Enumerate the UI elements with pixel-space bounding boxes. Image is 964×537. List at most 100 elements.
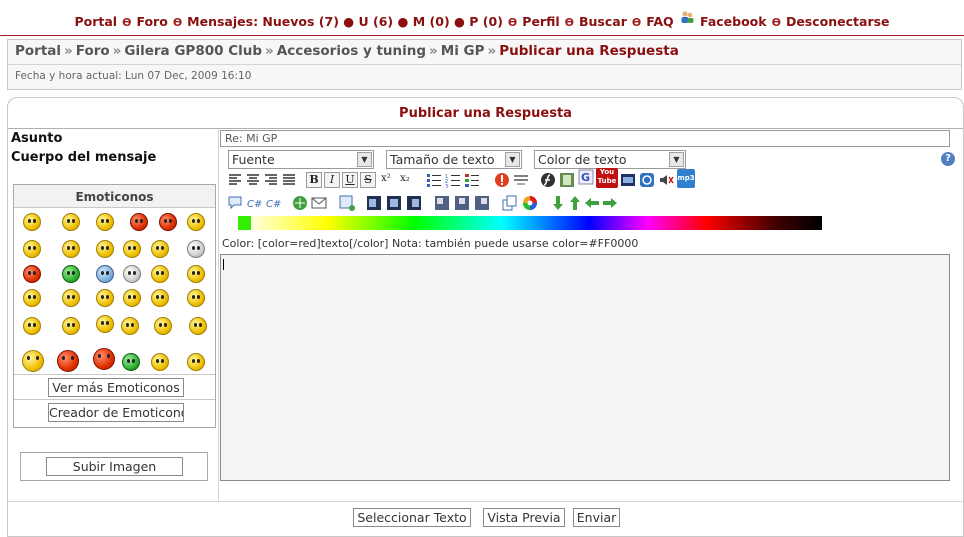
- image-center-icon[interactable]: [386, 195, 402, 211]
- party-emoticon-icon[interactable]: [93, 348, 115, 370]
- select-text-button[interactable]: Seleccionar Texto: [353, 508, 471, 527]
- thumbnail-right-icon[interactable]: [474, 195, 490, 211]
- font-select[interactable]: Fuente ▼: [228, 150, 374, 169]
- exclamation-emoticon-icon[interactable]: [96, 240, 114, 258]
- breadcrumb-accesorios[interactable]: Accesorios y tuning: [277, 43, 426, 59]
- image-left-icon[interactable]: [366, 195, 382, 211]
- warning-icon[interactable]: [494, 172, 510, 188]
- arrow-right-icon[interactable]: [602, 195, 618, 211]
- nav-faq[interactable]: FAQ: [646, 14, 673, 29]
- italic-button[interactable]: I: [324, 172, 340, 188]
- media-icon[interactable]: [620, 172, 636, 188]
- more-emoticons-button[interactable]: Ver más Emoticonos: [48, 378, 184, 397]
- breadcrumb-foro[interactable]: Foro: [76, 43, 110, 59]
- wink-emoticon-icon[interactable]: [62, 240, 80, 258]
- mp3-icon[interactable]: mp3: [677, 169, 695, 188]
- smile-emoticon-icon[interactable]: [62, 213, 80, 231]
- sideeye-emoticon-icon[interactable]: [154, 317, 172, 335]
- nav-portal[interactable]: Portal: [74, 14, 117, 29]
- nav-mensajes[interactable]: Mensajes: Nuevos (7) ● U (6) ● M (0) ● P…: [187, 14, 503, 29]
- nav-perfil[interactable]: Perfil: [522, 14, 559, 29]
- hmm-emoticon-icon[interactable]: [62, 317, 80, 335]
- grin-emoticon-icon[interactable]: [62, 265, 80, 283]
- align-center-icon[interactable]: [245, 172, 261, 188]
- numbered-list-icon[interactable]: 123: [445, 172, 461, 188]
- image-right-icon[interactable]: [406, 195, 422, 211]
- subject-input[interactable]: Re: Mi GP: [220, 130, 950, 147]
- blush-emoticon-icon[interactable]: [187, 353, 205, 371]
- upload-image-button[interactable]: Subir Imagen: [46, 457, 183, 476]
- help-icon[interactable]: ?: [941, 152, 955, 166]
- antenna-emoticon-icon[interactable]: [121, 317, 139, 335]
- sick-emoticon-icon[interactable]: [122, 353, 140, 371]
- thumbnail-left-icon[interactable]: [434, 195, 450, 211]
- color-wheel-icon[interactable]: [522, 195, 538, 211]
- shocked-emoticon-icon[interactable]: [187, 240, 205, 258]
- send-button[interactable]: Enviar: [573, 508, 620, 527]
- nav-desconectarse[interactable]: Desconectarse: [786, 14, 890, 29]
- breadcrumb-gilera-club[interactable]: Gilera GP800 Club: [124, 43, 262, 59]
- nav-foro[interactable]: Foro: [136, 14, 167, 29]
- color-spectrum-picker[interactable]: [240, 216, 822, 230]
- underline-button[interactable]: U: [342, 172, 358, 188]
- youtube-icon[interactable]: You Tube: [596, 168, 618, 188]
- cool-grin-emoticon-icon[interactable]: [96, 265, 114, 283]
- align-justify-icon[interactable]: [281, 172, 297, 188]
- email-icon[interactable]: [311, 195, 327, 211]
- question-emoticon-icon[interactable]: [123, 240, 141, 258]
- breadcrumb-mi-gp[interactable]: Mi GP: [441, 43, 485, 59]
- sunglasses-emoticon-icon[interactable]: [23, 317, 41, 335]
- flash-icon[interactable]: [540, 172, 556, 188]
- align-left-icon[interactable]: [227, 172, 243, 188]
- arrow-left-icon[interactable]: [584, 195, 600, 211]
- list-icon[interactable]: [464, 172, 480, 188]
- devil-trident-emoticon-icon[interactable]: [57, 350, 79, 372]
- align-right-icon[interactable]: [263, 172, 279, 188]
- google-video-icon[interactable]: G: [578, 169, 594, 185]
- bullet-list-icon[interactable]: [426, 172, 442, 188]
- quicktime-icon[interactable]: [639, 172, 655, 188]
- surprised-emoticon-icon[interactable]: [123, 265, 141, 283]
- image-icon[interactable]: [339, 195, 355, 211]
- evil-emoticon-icon[interactable]: [130, 213, 148, 231]
- strikethrough-button[interactable]: S: [360, 172, 376, 188]
- color-select[interactable]: Color de texto ▼: [534, 150, 686, 169]
- razz-emoticon-icon[interactable]: [62, 289, 80, 307]
- rolleyes-emoticon-icon[interactable]: [96, 213, 114, 231]
- mrgreen-emoticon-icon[interactable]: [151, 289, 169, 307]
- code-icon[interactable]: C#: [246, 195, 262, 211]
- nav-buscar[interactable]: Buscar: [579, 14, 627, 29]
- arrow-down-icon[interactable]: [550, 195, 566, 211]
- smirk-emoticon-icon[interactable]: [189, 317, 207, 335]
- arrow-emoticon-icon[interactable]: [187, 265, 205, 283]
- audio-icon[interactable]: [658, 172, 674, 188]
- sad-emoticon-icon[interactable]: [187, 213, 205, 231]
- neutral-emoticon-icon[interactable]: [151, 265, 169, 283]
- video-icon[interactable]: [559, 172, 575, 188]
- whistle-emoticon-icon[interactable]: [151, 353, 169, 371]
- eek-emoticon-icon[interactable]: [187, 289, 205, 307]
- emoticon-creator-button[interactable]: Creador de Emoticonos: [48, 403, 184, 422]
- quote-icon[interactable]: [227, 195, 243, 211]
- very-happy-emoticon-icon[interactable]: [23, 213, 41, 231]
- size-select[interactable]: Tamaño de texto ▼: [386, 150, 522, 169]
- message-body-textarea[interactable]: [220, 254, 950, 481]
- superscript-button[interactable]: x²: [378, 172, 394, 188]
- cry-emoticon-icon[interactable]: [96, 289, 114, 307]
- bold-button[interactable]: B: [306, 172, 322, 188]
- breadcrumb-portal[interactable]: Portal: [15, 43, 61, 59]
- link-icon[interactable]: [292, 195, 308, 211]
- horizontal-rule-icon[interactable]: [513, 172, 529, 188]
- arrow-up-icon[interactable]: [567, 195, 583, 211]
- code-alt-icon[interactable]: C#: [265, 195, 281, 211]
- confused-emoticon-icon[interactable]: [23, 240, 41, 258]
- mad-emoticon-icon[interactable]: [159, 213, 177, 231]
- nav-facebook[interactable]: Facebook: [700, 14, 767, 29]
- twisted-emoticon-icon[interactable]: [23, 289, 41, 307]
- embarrassed-emoticon-icon[interactable]: [123, 289, 141, 307]
- copy-icon[interactable]: [502, 195, 518, 211]
- thumbnail-center-icon[interactable]: [454, 195, 470, 211]
- wave-emoticon-icon[interactable]: [22, 350, 44, 372]
- idea-emoticon-icon[interactable]: [151, 240, 169, 258]
- preview-button[interactable]: Vista Previa: [483, 508, 565, 527]
